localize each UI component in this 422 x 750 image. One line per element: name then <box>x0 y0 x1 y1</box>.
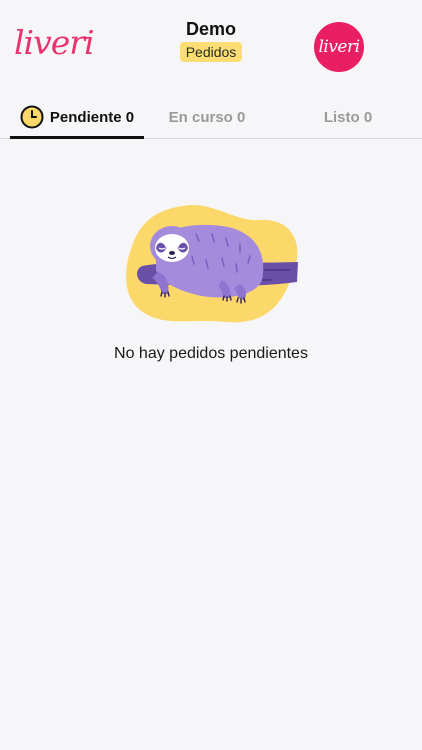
section-badge: Pedidos <box>179 42 243 62</box>
order-tabs: Pendiente 0 En curso 0 Listo 0 <box>0 96 422 139</box>
brand-avatar[interactable]: liveri <box>314 22 364 72</box>
empty-state-message: No hay pedidos pendientes <box>114 345 308 362</box>
sleeping-sloth-illustration <box>126 204 298 323</box>
tab-label: Listo 0 <box>323 108 373 126</box>
tab-pendiente[interactable]: Pendiente 0 <box>10 96 144 139</box>
app-header: liveri Demo Pedidos liveri <box>0 0 422 92</box>
tab-listo[interactable]: Listo 0 <box>282 96 414 138</box>
tab-en-curso[interactable]: En curso 0 <box>144 96 270 138</box>
tab-label: Pendiente 0 <box>49 108 135 126</box>
tab-label: En curso 0 <box>168 108 246 126</box>
clock-icon <box>20 105 44 129</box>
